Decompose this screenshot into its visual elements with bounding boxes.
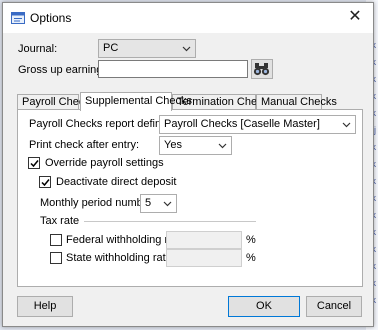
dialog-title: Options	[30, 11, 72, 25]
gross-up-input[interactable]	[98, 60, 248, 78]
tax-rate-divider	[84, 221, 256, 222]
monthly-period-value: 5	[145, 197, 152, 209]
chevron-down-icon	[342, 122, 351, 128]
help-button[interactable]: Help	[17, 296, 73, 317]
checkmark-icon	[30, 160, 39, 168]
gross-up-label: Gross up earnings:	[18, 64, 111, 76]
tab-label: Supplemental Checks	[85, 95, 193, 107]
tab-manual-checks[interactable]: Manual Checks	[256, 94, 337, 110]
cancel-button[interactable]: Cancel	[306, 296, 362, 317]
monthly-period-label: Monthly period number:	[40, 197, 156, 209]
print-after-entry-select[interactable]: Yes	[159, 136, 232, 155]
chevron-down-icon	[182, 46, 191, 52]
print-after-entry-label: Print check after entry:	[29, 139, 140, 151]
state-withholding-label[interactable]: State withholding rate:	[66, 252, 175, 264]
federal-percent-unit: %	[246, 234, 256, 246]
deactivate-direct-deposit-checkbox[interactable]	[39, 176, 51, 188]
journal-select[interactable]: PC	[98, 39, 196, 58]
ok-button[interactable]: OK	[228, 296, 300, 317]
tab-label: Manual Checks	[261, 96, 337, 108]
options-dialog: Options ✕ Journal: PC Gross up earnings:…	[2, 2, 374, 327]
report-definition-select[interactable]: Payroll Checks [Caselle Master]	[159, 115, 356, 134]
report-definition-value: Payroll Checks [Caselle Master]	[164, 118, 320, 130]
override-payroll-label[interactable]: Override payroll settings	[45, 157, 164, 169]
print-after-entry-value: Yes	[164, 139, 182, 151]
tax-rate-heading: Tax rate	[40, 215, 80, 227]
options-app-icon	[11, 12, 25, 24]
chevron-down-icon	[163, 201, 172, 207]
chevron-down-icon	[218, 143, 227, 149]
close-icon[interactable]: ✕	[343, 5, 367, 29]
monthly-period-select[interactable]: 5	[140, 194, 177, 213]
deactivate-direct-deposit-label[interactable]: Deactivate direct deposit	[56, 176, 176, 188]
journal-value: PC	[103, 42, 119, 54]
supplemental-checks-panel: Payroll Checks report definition: Payrol…	[17, 109, 363, 287]
state-percent-unit: %	[246, 252, 256, 264]
federal-withholding-checkbox[interactable]	[50, 234, 62, 246]
tab-payroll-checks[interactable]: Payroll Checks	[17, 94, 95, 110]
journal-label: Journal:	[18, 43, 58, 55]
checkmark-icon	[41, 179, 50, 187]
binoculars-icon	[253, 63, 270, 76]
lookup-button[interactable]	[251, 59, 273, 79]
title-bar: Options ✕	[3, 3, 373, 33]
federal-withholding-input[interactable]	[166, 231, 242, 249]
override-payroll-checkbox[interactable]	[28, 157, 40, 169]
tab-supplemental-checks[interactable]: Supplemental Checks	[80, 92, 192, 111]
state-withholding-checkbox[interactable]	[50, 252, 62, 264]
state-withholding-input[interactable]	[166, 249, 242, 267]
